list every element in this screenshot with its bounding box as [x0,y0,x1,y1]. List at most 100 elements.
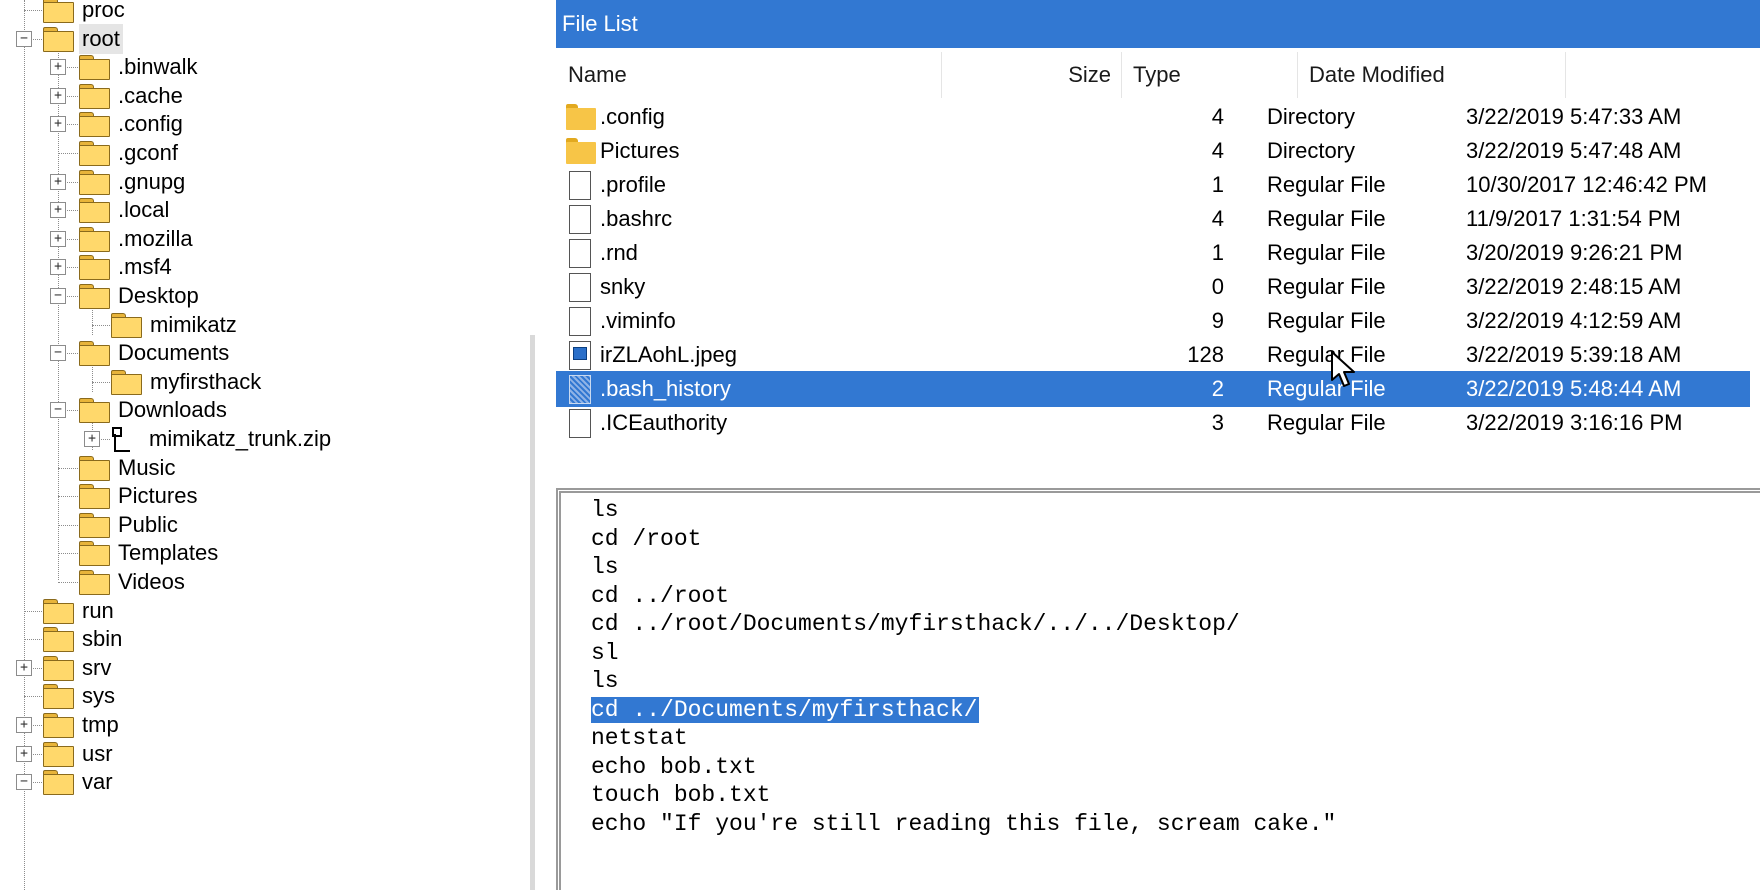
folder-icon [42,0,74,23]
file-icon [566,239,594,268]
text-line[interactable]: echo "If you're still reading this file,… [591,808,1336,840]
tree-item[interactable]: .cache [78,80,186,112]
splitter-handle[interactable] [530,335,535,890]
text-line[interactable]: ls [591,551,619,583]
text-line[interactable]: cd /root [591,523,701,555]
file-date: 3/20/2019 9:26:21 PM [1466,240,1683,265]
tree-item[interactable]: .msf4 [78,251,175,283]
text-line[interactable]: touch bob.txt [591,779,770,811]
tree-item[interactable]: Downloads [78,394,230,426]
tree-item[interactable]: mimikatz [110,309,240,341]
text-line[interactable]: cd ../root/Documents/myfirsthack/../../D… [591,608,1240,640]
tree-item[interactable]: tmp [42,709,122,741]
file-row[interactable]: .rnd 1 Regular File 3/20/2019 9:26:21 PM [556,235,1750,271]
column-header-size[interactable]: Size [941,52,1121,98]
mouse-cursor-icon [1331,351,1355,387]
folder-icon [42,627,74,653]
tree-item-label: Pictures [118,483,198,509]
tree-item[interactable]: Documents [78,337,232,369]
file-row[interactable]: .viminfo 9 Regular File 3/22/2019 4:12:59 A… [556,303,1750,339]
text-line[interactable]: ls [591,494,619,526]
file-icon [566,205,594,234]
tree-item[interactable]: .binwalk [78,51,200,83]
file-type: Regular File [1267,274,1386,299]
tree-item-label: srv [82,654,112,680]
column-header-type[interactable]: Type [1121,52,1297,98]
tree-item[interactable]: root [42,23,123,55]
collapse-icon[interactable]: − [50,402,66,419]
file-size: 4 [1211,138,1224,163]
expand-icon[interactable]: + [50,173,66,190]
file-content-viewer[interactable]: ls cd /root ls cd ../root cd ../root/Documen… [556,488,1760,890]
file-row[interactable]: .ICEauthority 3 Regular File 3/22/2019 3:16… [556,405,1750,441]
file-row[interactable]: .bash_history 2 Regular File 3/22/2019 5:48… [556,371,1750,407]
tree-item[interactable]: .gconf [78,137,181,169]
tree-item-label: .gconf [118,140,178,165]
expand-icon[interactable]: + [50,87,66,104]
tree-item[interactable]: mimikatz_trunk.zip [110,423,334,455]
text-line[interactable]: sl [591,637,619,669]
tree-item[interactable]: myfirsthack [110,366,264,398]
text-line[interactable]: netstat [591,722,688,754]
tree-item-label: myfirsthack [150,368,262,394]
file-row[interactable]: snky 0 Regular File 3/22/2019 2:48:15 AM [556,269,1750,305]
tree-item[interactable]: Desktop [78,280,202,312]
tree-item-label: sys [82,683,115,709]
text-line[interactable]: cd ../Documents/myfirsthack/ [591,694,980,726]
tree-item-label: .mozilla [118,225,193,251]
tree-item[interactable]: var [42,766,116,798]
tree-item[interactable]: Public [78,509,181,541]
tree-item[interactable]: usr [42,738,116,770]
text-line[interactable]: ls [591,665,619,697]
expand-icon[interactable]: + [16,659,32,676]
tree-item[interactable]: sys [42,680,118,712]
folder-icon [78,484,110,510]
tree-item[interactable]: .mozilla [78,223,196,255]
text-line[interactable]: cd ../root [591,580,729,612]
collapse-icon[interactable]: − [16,30,32,47]
file-row[interactable]: irZLAohL.jpeg 128 Regular File 3/22/2019 5:… [556,337,1750,373]
text-line-content: cd ../root/Documents/myfirsthack/../../D… [591,611,1240,637]
file-row[interactable]: .profile 1 Regular File 10/30/2017 12:46:42… [556,167,1750,203]
tree-item[interactable]: .gnupg [78,166,188,198]
expand-icon[interactable]: + [50,259,66,276]
expand-icon[interactable]: + [50,230,66,247]
expand-icon[interactable]: + [50,59,66,76]
directory-tree[interactable]: proc − root + .binwalk + .cache + .config .gconf +… [0,0,520,890]
expand-icon[interactable]: + [84,431,100,447]
file-name: snky [600,274,646,299]
folder-icon [78,455,110,481]
folder-icon [42,741,74,767]
column-header-date[interactable]: Date Modified [1297,52,1557,98]
expand-icon[interactable]: + [50,202,66,219]
tree-item-label: Templates [118,540,219,566]
tree-item[interactable]: .config [78,108,186,140]
column-header-name[interactable]: Name [556,52,941,98]
tree-item[interactable]: srv [42,652,114,684]
tree-item[interactable]: run [42,595,117,627]
file-name: irZLAohL.jpeg [600,342,737,367]
file-type: Regular File [1267,172,1386,197]
text-line[interactable]: echo bob.txt [591,751,757,783]
tree-item[interactable]: Templates [78,537,221,569]
file-row[interactable]: Pictures 4 Directory 3/22/2019 5:47:48 AM [556,133,1750,169]
tree-item[interactable]: .local [78,194,172,226]
file-name: .rnd [600,240,638,265]
expand-icon[interactable]: + [16,745,32,762]
tree-item[interactable]: Music [78,452,178,484]
tree-item[interactable]: sbin [42,623,125,655]
tree-item[interactable]: Videos [78,566,188,598]
collapse-icon[interactable]: − [16,774,32,791]
tree-item[interactable]: Pictures [78,480,200,512]
expand-icon[interactable]: + [50,116,66,133]
file-row[interactable]: .config 4 Directory 3/22/2019 5:47:33 AM [556,99,1750,135]
file-date: 3/22/2019 5:47:48 AM [1466,138,1682,163]
file-type: Regular File [1267,240,1386,265]
file-row[interactable]: .bashrc 4 Regular File 11/9/2017 1:31:54 PM [556,201,1750,237]
column-divider[interactable] [1565,52,1566,98]
tree-connector [24,610,42,612]
expand-icon[interactable]: + [16,717,32,733]
collapse-icon[interactable]: − [50,345,66,362]
tree-connector [92,381,110,383]
collapse-icon[interactable]: − [50,288,66,304]
